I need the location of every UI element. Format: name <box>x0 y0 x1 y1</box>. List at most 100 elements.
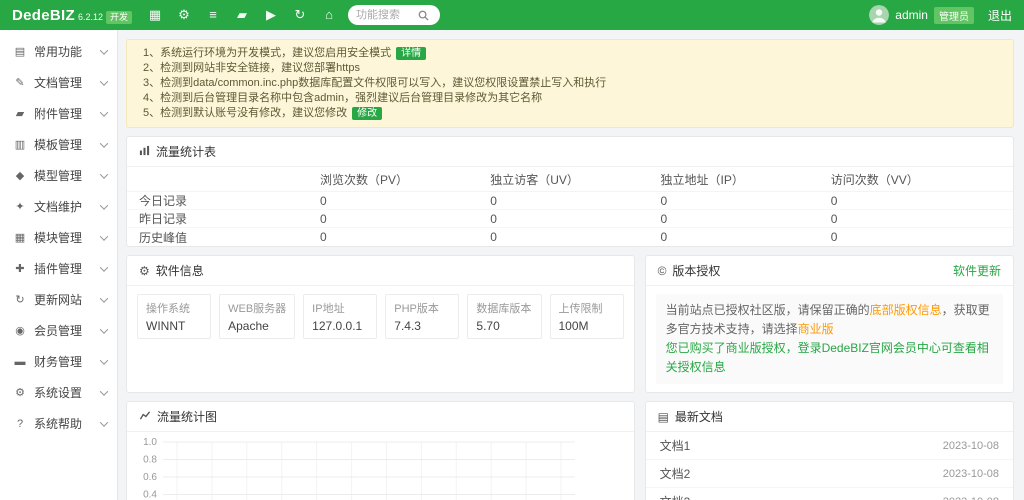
info-box-php: PHP版本 7.4.3 <box>385 294 459 339</box>
cell-value: 0 <box>320 230 490 244</box>
sidebar-item-model-management[interactable]: ◆ 模型管理 <box>0 160 117 191</box>
card-title: 流量统计表 <box>156 143 216 160</box>
sidebar-item-plugin-management[interactable]: ✚ 插件管理 <box>0 253 117 284</box>
home-icon[interactable]: ⌂ <box>322 7 336 23</box>
gears-icon: ⚙ <box>139 265 150 277</box>
table-row: 今日记录 0 0 0 0 <box>127 192 1013 210</box>
sidebar-item-finance-management[interactable]: ▬ 财务管理 <box>0 346 117 377</box>
cell-value: 0 <box>490 212 660 226</box>
column-header: 独立地址（IP） <box>660 171 830 188</box>
env-badge: 开发 <box>106 11 132 24</box>
card-header: 流量统计表 <box>127 137 1013 167</box>
sidebar-item-common-functions[interactable]: ▤ 常用功能 <box>0 36 117 67</box>
folder-icon: ▰ <box>12 107 28 120</box>
info-box-ip: IP地址 127.0.0.1 <box>303 294 377 339</box>
table-row: 历史峰值 0 0 0 0 <box>127 228 1013 246</box>
model-icon: ◆ <box>12 169 28 182</box>
user-icon: ◉ <box>12 324 28 337</box>
license-body: 当前站点已授权社区版，请保留正确的底部版权信息，获取更多官方技术支持，请选择商业… <box>656 294 1003 384</box>
info-row: ⚙ 软件信息 操作系统 WINNT WEB服务器 Apache IP地址 127… <box>126 255 1014 393</box>
user-area: admin 管理员 退出 <box>869 5 1012 25</box>
chevron-down-icon <box>100 170 108 178</box>
list-icon[interactable]: ≡ <box>206 7 220 23</box>
system-warning-panel: 1、系统运行环境为开发模式，建议您启用安全模式详情 2、检测到网站非安全链接，建… <box>126 39 1014 128</box>
svg-text:0.4: 0.4 <box>143 490 157 500</box>
table-row: 昨日记录 0 0 0 0 <box>127 210 1013 228</box>
bottom-row: 流量统计图 1.00.80.60.40.20-0.2-0.4-0.6-0.8-1… <box>126 401 1014 500</box>
apps-menu-icon[interactable]: ▦ <box>148 7 162 23</box>
brand-name[interactable]: DedeBIZ <box>12 7 75 24</box>
sidebar-item-update-site[interactable]: ↻ 更新网站 <box>0 284 117 315</box>
modify-badge[interactable]: 修改 <box>352 107 382 120</box>
main-content: 1、系统运行环境为开发模式，建议您启用安全模式详情 2、检测到网站非安全链接，建… <box>118 30 1024 500</box>
refresh-icon[interactable]: ↻ <box>293 7 307 23</box>
column-header: 访问次数（VV） <box>831 171 1001 188</box>
copyright-info-link[interactable]: 底部版权信息 <box>870 303 942 317</box>
sidebar-item-template-management[interactable]: ▥ 模板管理 <box>0 129 117 160</box>
info-box-upload: 上传限制 100M <box>550 294 624 339</box>
doc-row[interactable]: 文档2 2023-10-08 <box>646 460 1013 488</box>
column-header: 独立访客（UV） <box>490 171 660 188</box>
warning-line: 1、系统运行环境为开发模式，建议您启用安全模式详情 <box>143 46 997 61</box>
top-header: DedeBIZ 6.2.12 开发 ▦ ⚙ ≡ ▰ ▶ ↻ ⌂ admin 管理… <box>0 0 1024 30</box>
bar-chart-icon <box>139 145 150 158</box>
help-icon: ? <box>12 418 28 430</box>
cell-value: 0 <box>831 230 1001 244</box>
latest-docs-card: ▤ 最新文档 文档1 2023-10-08 文档2 2023-10-08 文档3… <box>645 401 1014 500</box>
card-title: 版本授权 <box>672 262 720 279</box>
brand: DedeBIZ 6.2.12 开发 <box>12 7 132 24</box>
chevron-down-icon <box>100 201 108 209</box>
chevron-down-icon <box>100 356 108 364</box>
cell-value: 0 <box>490 194 660 208</box>
chevron-down-icon <box>100 108 108 116</box>
license-line-1: 当前站点已授权社区版，请保留正确的底部版权信息，获取更多官方技术支持，请选择商业… <box>666 301 993 339</box>
warning-line: 2、检测到网站非安全链接，建议您部署https <box>143 61 997 76</box>
sidebar-item-module-management[interactable]: ▦ 模块管理 <box>0 222 117 253</box>
search-icon[interactable] <box>418 10 429 21</box>
chevron-down-icon <box>100 418 108 426</box>
role-badge: 管理员 <box>934 7 974 24</box>
send-icon[interactable]: ▶ <box>264 7 278 23</box>
sidebar-item-document-management[interactable]: ✎ 文档管理 <box>0 67 117 98</box>
sidebar-item-attachment-management[interactable]: ▰ 附件管理 <box>0 98 117 129</box>
doc-row[interactable]: 文档1 2023-10-08 <box>646 432 1013 460</box>
sidebar-item-system-settings[interactable]: ⚙ 系统设置 <box>0 377 117 408</box>
settings-icon[interactable]: ⚙ <box>177 7 191 23</box>
info-box-webserver: WEB服务器 Apache <box>219 294 295 339</box>
info-box-os: 操作系统 WINNT <box>137 294 211 339</box>
software-info-boxes: 操作系统 WINNT WEB服务器 Apache IP地址 127.0.0.1 … <box>127 286 634 347</box>
warning-line: 4、检测到后台管理目录名称中包含admin，强烈建议后台管理目录修改为其它名称 <box>143 91 997 106</box>
sidebar-item-member-management[interactable]: ◉ 会员管理 <box>0 315 117 346</box>
sidebar-item-system-help[interactable]: ? 系统帮助 <box>0 408 117 439</box>
detail-badge[interactable]: 详情 <box>396 47 426 60</box>
card-title: 软件信息 <box>156 262 204 279</box>
main-layout: ▤ 常用功能 ✎ 文档管理 ▰ 附件管理 ▥ 模板管理 ◆ 模型管理 ✦ 文档维… <box>0 30 1024 500</box>
finance-icon: ▬ <box>12 356 28 368</box>
cell-value: 0 <box>320 212 490 226</box>
folder-icon[interactable]: ▰ <box>235 7 249 23</box>
doc-title: 文档2 <box>660 465 691 482</box>
gear-icon: ⚙ <box>12 386 28 399</box>
doc-row[interactable]: 文档3 2023-10-08 <box>646 488 1013 500</box>
search-input[interactable] <box>356 9 418 21</box>
doc-date: 2023-10-08 <box>943 468 999 480</box>
commercial-version-link[interactable]: 商业版 <box>798 322 834 336</box>
search-box <box>348 5 440 25</box>
docs-list: 文档1 2023-10-08 文档2 2023-10-08 文档3 2023-1… <box>646 432 1013 500</box>
software-update-link[interactable]: 软件更新 <box>953 262 1001 279</box>
refresh-icon: ↻ <box>12 293 28 306</box>
avatar[interactable] <box>869 5 889 25</box>
brand-version: 6.2.12 <box>78 12 103 22</box>
cell-value: 0 <box>660 212 830 226</box>
cell-value: 0 <box>660 230 830 244</box>
cell-value: 0 <box>490 230 660 244</box>
sidebar-item-document-maintenance[interactable]: ✦ 文档维护 <box>0 191 117 222</box>
chevron-down-icon <box>100 263 108 271</box>
logout-link[interactable]: 退出 <box>988 7 1012 24</box>
copyright-icon: © <box>658 265 667 277</box>
cell-value: 0 <box>831 194 1001 208</box>
card-title: 流量统计图 <box>157 408 217 425</box>
warning-line: 5、检测到默认账号没有修改，建议您修改修改 <box>143 106 997 121</box>
doc-title: 文档3 <box>660 493 691 500</box>
username: admin <box>895 8 928 22</box>
